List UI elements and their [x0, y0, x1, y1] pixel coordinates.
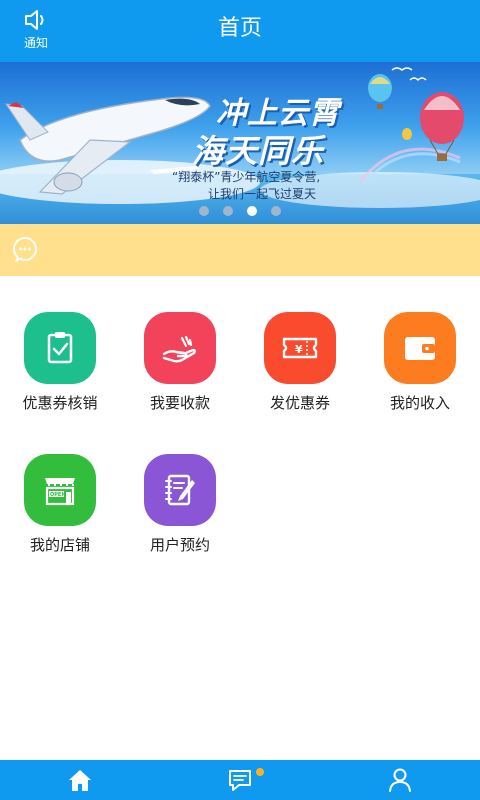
menu-icon-tile	[24, 312, 96, 384]
carousel-dot[interactable]	[199, 206, 209, 216]
notebook-pen-icon	[165, 474, 195, 506]
bottom-navigation	[0, 760, 480, 800]
notification-button[interactable]: 通知	[14, 8, 58, 56]
nav-messages[interactable]	[160, 760, 320, 800]
menu-item-receive-payment[interactable]: 我要收款	[120, 276, 240, 416]
carousel-indicator	[0, 206, 480, 220]
carousel-dot[interactable]	[223, 206, 233, 216]
menu-item-issue-coupon[interactable]: ¥ 发优惠券	[240, 276, 360, 416]
menu-item-label: 发优惠券	[269, 394, 330, 412]
nav-profile[interactable]	[320, 760, 480, 800]
home-icon	[69, 770, 91, 791]
nav-home[interactable]	[0, 760, 160, 800]
banner-subtitle-1: “翔泰杯”青少年航空夏令营,	[172, 170, 321, 184]
coupon-ticket-icon: ¥	[282, 337, 318, 359]
hand-payment-icon	[162, 335, 196, 363]
menu-icon-tile	[144, 312, 216, 384]
unread-badge	[256, 768, 264, 776]
menu-item-label: 用户预约	[149, 536, 210, 554]
menu-icon-tile	[144, 454, 216, 526]
carousel-dot[interactable]	[271, 206, 281, 216]
banner-subtitle-2: 让我们一起飞过夏天	[208, 187, 317, 201]
menu-icon-tile: ¥	[264, 312, 336, 384]
speaker-icon	[25, 10, 44, 30]
wallet-icon	[405, 337, 435, 360]
menu-item-user-appointments[interactable]: 用户预约	[120, 418, 240, 558]
menu-icon-tile: OPEN	[24, 454, 96, 526]
page-title: 首页	[217, 16, 262, 41]
menu-item-my-store[interactable]: OPEN 我的店铺	[0, 418, 120, 558]
carousel-dot-active[interactable]	[247, 206, 257, 216]
top-bar: 通知 首页	[0, 0, 480, 62]
svg-text:¥: ¥	[295, 343, 303, 356]
user-icon	[389, 768, 411, 792]
banner-headline-2: 海天同乐	[192, 132, 325, 170]
menu-item-label: 我要收款	[149, 394, 210, 412]
chat-bubble-icon	[13, 237, 37, 262]
menu-item-label: 我的店铺	[29, 536, 90, 554]
hot-air-balloon-small	[368, 74, 392, 109]
message-icon	[229, 770, 251, 791]
banner-carousel[interactable]: 冲上云霄 海天同乐 “翔泰杯”青少年航空夏令营, 让我们一起飞过夏天	[0, 62, 480, 224]
menu-item-coupon-redeem[interactable]: 优惠券核销	[0, 276, 120, 416]
notice-bar[interactable]	[0, 224, 480, 276]
menu-item-label: 优惠券核销	[22, 394, 98, 412]
clipboard-check-icon	[47, 332, 73, 364]
notification-label: 通知	[23, 36, 48, 50]
menu-item-my-income[interactable]: 我的收入	[360, 276, 480, 416]
menu-icon-tile	[384, 312, 456, 384]
svg-text:OPEN: OPEN	[50, 492, 66, 498]
menu-item-label: 我的收入	[389, 394, 450, 412]
open-store-icon: OPEN	[45, 478, 75, 506]
